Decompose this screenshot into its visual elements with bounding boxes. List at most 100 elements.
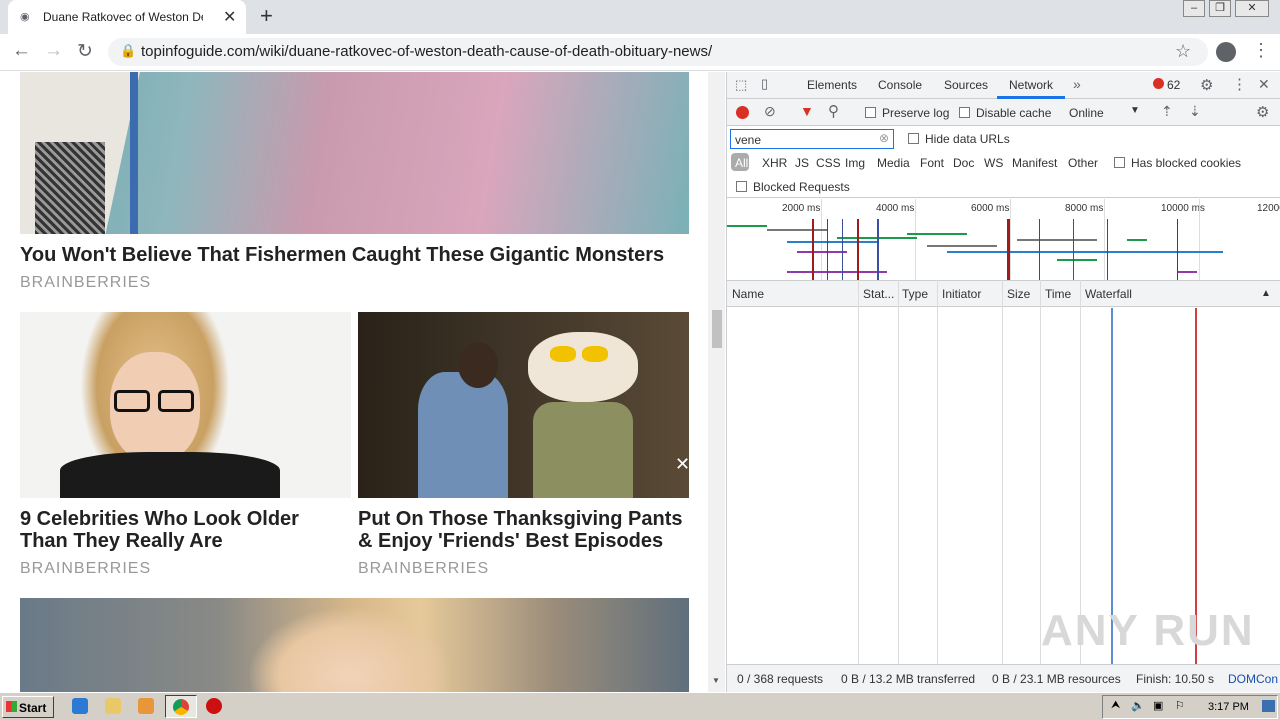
lock-icon[interactable]: 🔒 bbox=[120, 43, 136, 59]
column-name[interactable]: Name bbox=[732, 287, 764, 301]
tab-elements[interactable]: Elements bbox=[807, 78, 857, 92]
filter-other[interactable]: Other bbox=[1068, 156, 1098, 170]
inspect-element-icon[interactable]: ⬚ bbox=[735, 77, 747, 93]
domcontentloaded-time: DOMCon bbox=[1228, 672, 1279, 686]
hide-data-urls-label[interactable]: Hide data URLs bbox=[925, 132, 1010, 146]
search-icon[interactable]: ⚲ bbox=[828, 102, 839, 120]
bookmark-star-icon[interactable]: ☆ bbox=[1175, 41, 1191, 62]
preserve-log-label[interactable]: Preserve log bbox=[882, 106, 949, 120]
chevron-down-icon[interactable]: ▼ bbox=[1130, 105, 1140, 116]
tray-expand-icon[interactable]: ⮝ bbox=[1111, 699, 1120, 712]
article-headline[interactable]: You Won't Believe That Fishermen Caught … bbox=[20, 244, 689, 266]
back-icon[interactable]: ← bbox=[12, 40, 31, 62]
address-bar[interactable]: 🔒 topinfoguide.com/wiki/duane-ratkovec-o… bbox=[108, 38, 1208, 66]
close-tab-icon[interactable]: ✕ bbox=[223, 7, 236, 27]
blocked-requests-checkbox[interactable] bbox=[736, 181, 747, 192]
filter-xhr[interactable]: XHR bbox=[762, 156, 787, 170]
clear-icon[interactable]: ⊘ bbox=[764, 103, 776, 120]
throttle-select[interactable]: Online bbox=[1069, 106, 1104, 120]
filter-media[interactable]: Media bbox=[877, 156, 910, 170]
opera-icon[interactable] bbox=[206, 698, 222, 714]
disable-cache-label[interactable]: Disable cache bbox=[976, 106, 1051, 120]
volume-icon[interactable]: 🔈 bbox=[1131, 699, 1145, 712]
start-button[interactable]: Start bbox=[2, 696, 54, 718]
column-status[interactable]: Stat... bbox=[863, 287, 894, 301]
filter-css[interactable]: CSS bbox=[816, 156, 841, 170]
has-blocked-cookies-label[interactable]: Has blocked cookies bbox=[1131, 156, 1241, 170]
filter-img[interactable]: Img bbox=[845, 156, 865, 170]
article-headline[interactable]: Put On Those Thanksgiving Pants & Enjoy … bbox=[358, 508, 698, 552]
transferred-size: 0 B / 13.2 MB transferred bbox=[841, 672, 976, 686]
article-image-friends[interactable] bbox=[358, 312, 689, 498]
profile-avatar-icon[interactable] bbox=[1216, 42, 1236, 62]
disable-cache-checkbox[interactable] bbox=[959, 107, 970, 118]
filter-ws[interactable]: WS bbox=[984, 156, 1003, 170]
chrome-taskbar-button[interactable] bbox=[165, 695, 197, 718]
close-devtools-icon[interactable]: ✕ bbox=[1258, 76, 1270, 93]
device-toolbar-icon[interactable]: ▯ bbox=[761, 76, 768, 92]
filter-input[interactable]: vene ⊗ bbox=[730, 129, 894, 149]
export-har-icon[interactable]: ⇣ bbox=[1189, 103, 1201, 120]
network-icon[interactable]: ▣ bbox=[1153, 699, 1163, 712]
filter-font[interactable]: Font bbox=[920, 156, 944, 170]
article-headline[interactable]: 9 Celebrities Who Look Older Than They R… bbox=[20, 508, 351, 552]
article-source[interactable]: BRAINBERRIES bbox=[20, 560, 151, 578]
filter-icon[interactable]: ▼ bbox=[800, 103, 814, 119]
article-image-bottom[interactable] bbox=[20, 598, 689, 692]
column-time[interactable]: Time bbox=[1045, 287, 1071, 301]
restore-button[interactable]: ❐ bbox=[1209, 0, 1231, 17]
column-initiator[interactable]: Initiator bbox=[942, 287, 981, 301]
network-settings-gear-icon[interactable]: ⚙ bbox=[1256, 103, 1269, 121]
close-ad-icon[interactable]: ✕ bbox=[675, 454, 690, 475]
chrome-icon bbox=[173, 699, 189, 715]
url-text[interactable]: topinfoguide.com/wiki/duane-ratkovec-of-… bbox=[141, 43, 712, 60]
hide-data-urls-checkbox[interactable] bbox=[908, 133, 919, 144]
has-blocked-cookies-checkbox[interactable] bbox=[1114, 157, 1125, 168]
sort-up-icon[interactable]: ▲ bbox=[1261, 288, 1271, 299]
clear-filter-icon[interactable]: ⊗ bbox=[879, 131, 889, 145]
network-overview[interactable]: 2000 ms 4000 ms 6000 ms 8000 ms 10000 ms… bbox=[727, 199, 1280, 281]
preserve-log-checkbox[interactable] bbox=[865, 107, 876, 118]
media-player-icon[interactable] bbox=[138, 698, 154, 714]
resources-size: 0 B / 23.1 MB resources bbox=[992, 672, 1121, 686]
filter-all[interactable]: All bbox=[735, 156, 748, 170]
reload-icon[interactable]: ↻ bbox=[77, 40, 93, 63]
forward-icon[interactable]: → bbox=[44, 40, 63, 62]
more-tabs-icon[interactable]: » bbox=[1073, 76, 1081, 92]
tab-network[interactable]: Network bbox=[1009, 78, 1053, 92]
devtools-menu-icon[interactable]: ⋮ bbox=[1232, 75, 1247, 93]
clock[interactable]: 3:17 PM bbox=[1208, 701, 1249, 713]
new-tab-button[interactable]: + bbox=[260, 3, 273, 29]
record-icon[interactable] bbox=[736, 106, 749, 119]
folder-icon[interactable] bbox=[105, 698, 121, 714]
article-image-celebrity[interactable] bbox=[20, 312, 351, 498]
column-waterfall[interactable]: Waterfall bbox=[1085, 287, 1132, 301]
column-size[interactable]: Size bbox=[1007, 287, 1030, 301]
filter-manifest[interactable]: Manifest bbox=[1012, 156, 1057, 170]
start-label: Start bbox=[19, 701, 47, 715]
filter-doc[interactable]: Doc bbox=[953, 156, 974, 170]
error-icon[interactable] bbox=[1153, 78, 1164, 89]
settings-gear-icon[interactable]: ⚙ bbox=[1200, 76, 1213, 94]
filter-js[interactable]: JS bbox=[795, 156, 809, 170]
close-window-button[interactable]: ✕ bbox=[1235, 0, 1269, 17]
minimize-button[interactable]: – bbox=[1183, 0, 1205, 17]
flag-icon[interactable]: ⚐ bbox=[1175, 699, 1185, 712]
article-source[interactable]: BRAINBERRIES bbox=[20, 274, 151, 292]
tab-console[interactable]: Console bbox=[878, 78, 922, 92]
tab-sources[interactable]: Sources bbox=[944, 78, 988, 92]
browser-tab[interactable]: ◉ Duane Ratkovec of Weston Death – ✕ bbox=[8, 0, 246, 34]
chrome-menu-icon[interactable]: ⋮ bbox=[1252, 40, 1270, 61]
ie-icon[interactable] bbox=[72, 698, 88, 714]
article-source[interactable]: BRAINBERRIES bbox=[358, 560, 489, 578]
import-har-icon[interactable]: ⇡ bbox=[1161, 103, 1173, 120]
blocked-requests-label[interactable]: Blocked Requests bbox=[753, 180, 850, 194]
page-scrollbar[interactable] bbox=[708, 72, 725, 692]
column-type[interactable]: Type bbox=[902, 287, 928, 301]
scrollbar-thumb[interactable] bbox=[712, 310, 722, 348]
error-count[interactable]: 62 bbox=[1167, 78, 1180, 92]
show-desktop-icon[interactable] bbox=[1262, 700, 1275, 712]
article-image-fishermen[interactable] bbox=[20, 72, 689, 234]
scroll-down-icon[interactable]: ▼ bbox=[712, 676, 720, 685]
filter-input-value[interactable]: vene bbox=[735, 133, 761, 147]
